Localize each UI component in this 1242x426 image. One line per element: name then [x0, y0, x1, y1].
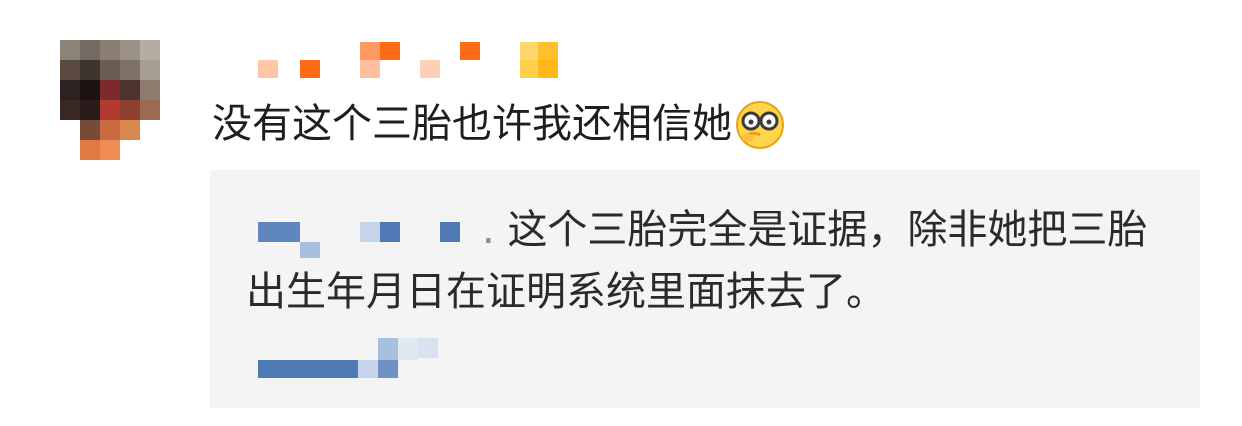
glasses-face-emoji-icon: [734, 98, 786, 150]
reply-text-line-2: 出生年月日在证明系统里面抹去了。: [246, 266, 886, 318]
reply-body-1: 这个三胎完全是证据，除非她把三胎: [507, 207, 1148, 253]
reply-username[interactable]: [258, 208, 468, 258]
avatar[interactable]: [60, 40, 180, 160]
reply-box[interactable]: . 这个三胎完全是证据，除非她把三胎 出生年月日在证明系统里面抹去了。: [210, 170, 1200, 408]
reply-more-username[interactable]: [258, 338, 448, 382]
reply-body-2: 出生年月日在证明系统里面抹去了。: [246, 269, 886, 315]
username[interactable]: [258, 40, 578, 80]
reply-text-line-1: . 这个三胎完全是证据，除非她把三胎: [482, 204, 1147, 256]
comment-text: 没有这个三胎也许我还相信她: [212, 92, 786, 156]
comment-body: 没有这个三胎也许我还相信她: [212, 101, 732, 147]
reply-separator: .: [482, 207, 495, 253]
